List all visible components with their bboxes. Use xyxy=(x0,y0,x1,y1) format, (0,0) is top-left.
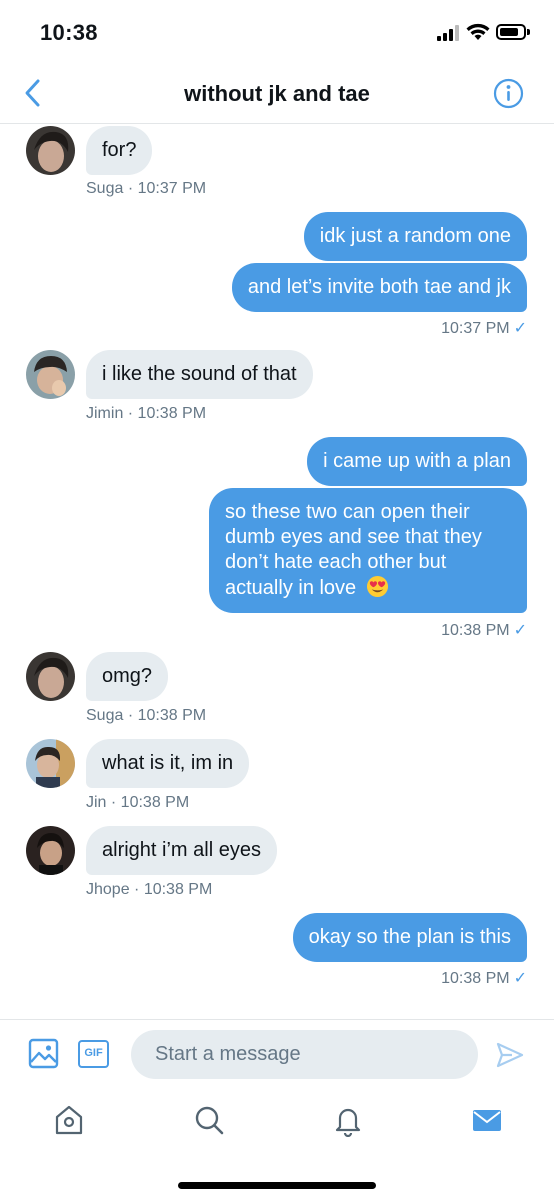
heart-eyes-emoji xyxy=(366,575,388,598)
messages-icon xyxy=(473,1110,501,1131)
message-bubble[interactable]: alright i’m all eyes xyxy=(86,826,277,875)
checkmark-icon: ✓ xyxy=(513,970,527,987)
add-media-button[interactable] xyxy=(28,1038,59,1069)
message-bubble[interactable]: i came up with a plan xyxy=(307,437,527,486)
search-icon xyxy=(195,1106,224,1135)
status-bar: 10:38 xyxy=(0,0,554,62)
message-bubble[interactable]: and let’s invite both tae and jk xyxy=(231,263,527,312)
gif-button[interactable]: GIF xyxy=(78,1040,109,1068)
tab-home[interactable] xyxy=(52,1103,86,1137)
message-bubble[interactable]: omg? xyxy=(86,652,169,701)
avatar-suga[interactable] xyxy=(26,126,75,175)
tab-bar xyxy=(0,1089,554,1200)
message-meta: Suga · 10:37 PM xyxy=(86,180,207,197)
battery-icon xyxy=(496,24,530,40)
conversation-header: without jk and tae xyxy=(0,62,554,124)
checkmark-icon: ✓ xyxy=(513,320,527,337)
info-icon xyxy=(493,78,524,109)
avatar-jin[interactable] xyxy=(26,739,75,788)
message-input[interactable] xyxy=(131,1030,478,1079)
message-timestamp: 10:38 PM xyxy=(441,970,510,987)
battery-level xyxy=(500,28,518,36)
message-meta: Jin · 10:38 PM xyxy=(86,794,190,811)
tab-search[interactable] xyxy=(192,1103,226,1137)
message-meta: 10:37 PM ✓ xyxy=(441,318,527,338)
status-time: 10:38 xyxy=(40,20,98,45)
avatar-jimin[interactable] xyxy=(26,350,75,399)
message-bubble[interactable]: idk just a random one xyxy=(303,212,527,261)
message-bubble[interactable]: so these two can open their dumb eyes an… xyxy=(209,488,527,613)
send-button[interactable] xyxy=(495,1040,525,1070)
message-meta: 10:38 PM ✓ xyxy=(441,968,527,988)
message-bubble[interactable]: okay so the plan is this xyxy=(292,913,527,962)
send-icon xyxy=(496,1042,524,1068)
cellular-signal-icon xyxy=(437,25,461,41)
message-meta: 10:38 PM ✓ xyxy=(441,620,527,640)
message-thread: for? Suga · 10:37 PM idk just a random o… xyxy=(0,124,554,1019)
message-bubble[interactable]: for? xyxy=(86,126,153,175)
tab-messages[interactable] xyxy=(470,1103,504,1137)
message-meta: Jimin · 10:38 PM xyxy=(86,405,207,422)
conversation-title: without jk and tae xyxy=(184,81,370,106)
message-timestamp: 10:37 PM xyxy=(441,320,510,337)
message-text: so these two can open their dumb eyes an… xyxy=(225,501,482,599)
message-bubble[interactable]: what is it, im in xyxy=(86,739,250,788)
info-button[interactable] xyxy=(493,78,524,109)
wifi-icon xyxy=(466,23,490,40)
message-meta: Jhope · 10:38 PM xyxy=(86,881,213,898)
avatar-suga[interactable] xyxy=(26,652,75,701)
gif-label: GIF xyxy=(84,1047,103,1059)
message-meta: Suga · 10:38 PM xyxy=(86,707,207,724)
notifications-icon xyxy=(335,1108,361,1138)
home-indicator xyxy=(178,1182,376,1189)
message-bubble[interactable]: i like the sound of that xyxy=(86,350,313,399)
message-timestamp: 10:38 PM xyxy=(441,622,510,639)
checkmark-icon: ✓ xyxy=(513,622,527,639)
message-composer: GIF xyxy=(0,1019,554,1089)
image-icon xyxy=(28,1038,59,1069)
tab-notifications[interactable] xyxy=(331,1103,365,1138)
home-icon xyxy=(55,1105,83,1135)
avatar-jhope[interactable] xyxy=(26,826,75,875)
